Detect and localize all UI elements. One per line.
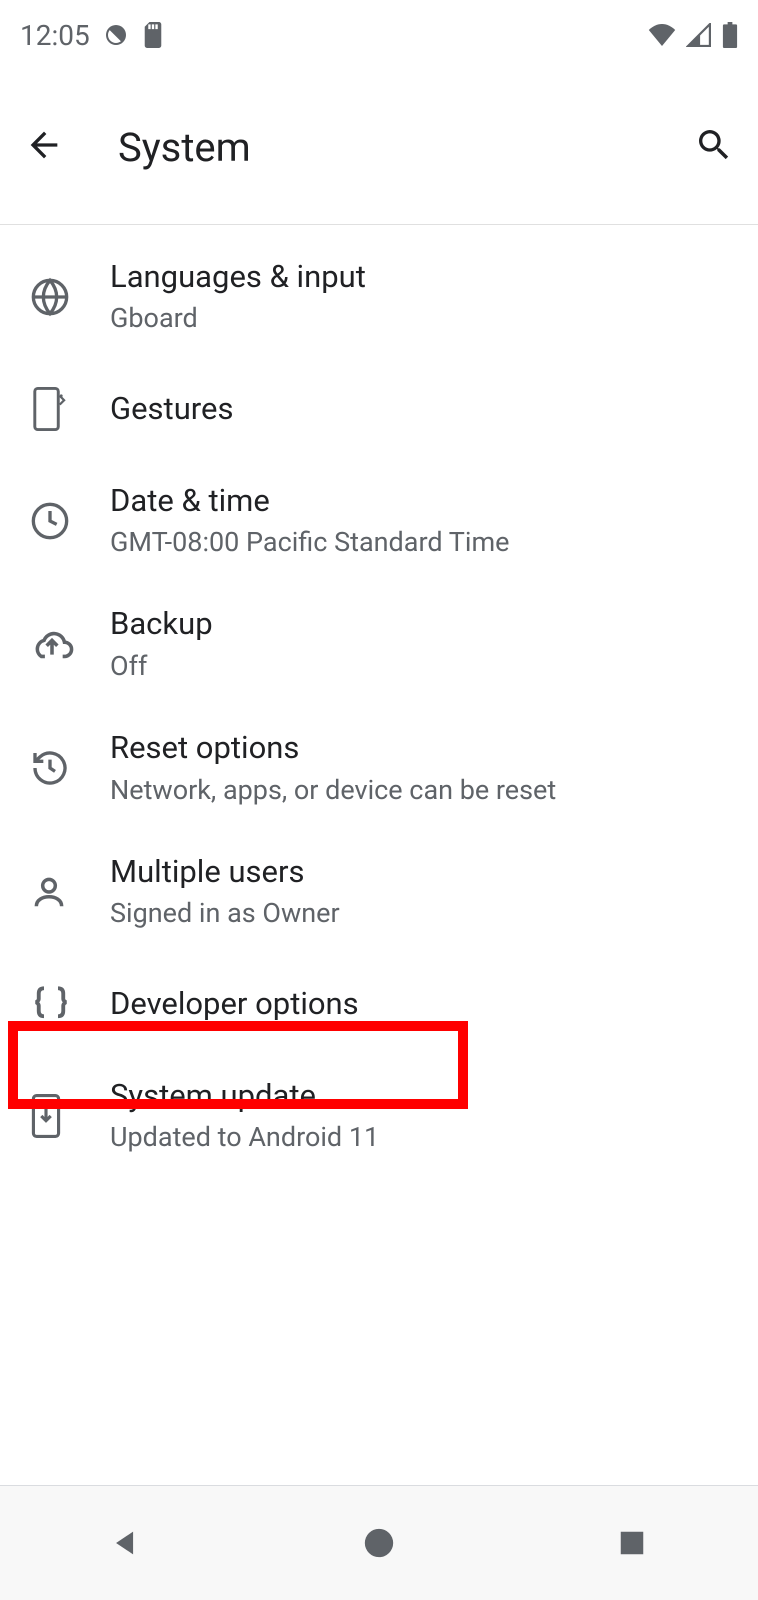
setting-subtitle: Updated to Android 11 — [110, 1119, 728, 1155]
braces-icon — [30, 986, 110, 1022]
nav-bar — [0, 1485, 758, 1600]
setting-multiple-users[interactable]: Multiple users Signed in as Owner — [0, 830, 758, 954]
setting-developer-options[interactable]: Developer options — [0, 954, 758, 1054]
setting-title: Gestures — [110, 389, 728, 429]
settings-list: Languages & input Gboard Gestures Date &… — [0, 225, 758, 1177]
setting-subtitle: Off — [110, 648, 728, 684]
setting-title: Date & time — [110, 481, 728, 521]
setting-system-update[interactable]: System update Updated to Android 11 — [0, 1054, 758, 1178]
setting-subtitle: GMT-08:00 Pacific Standard Time — [110, 524, 728, 560]
status-time: 12:05 — [20, 19, 90, 52]
arrow-back-icon — [24, 125, 64, 169]
wifi-icon — [648, 24, 676, 46]
setting-reset-options[interactable]: Reset options Network, apps, or device c… — [0, 706, 758, 830]
setting-subtitle: Signed in as Owner — [110, 895, 728, 931]
clock-icon — [30, 501, 110, 541]
square-recent-icon — [617, 1528, 647, 1558]
page-title: System — [118, 124, 690, 171]
person-icon — [30, 873, 110, 911]
header: System — [0, 70, 758, 225]
nav-back-button[interactable] — [66, 1513, 186, 1573]
setting-title: Backup — [110, 604, 728, 644]
triangle-back-icon — [109, 1526, 143, 1560]
setting-title: System update — [110, 1076, 728, 1116]
cloud-upload-icon — [30, 628, 110, 660]
setting-title: Developer options — [110, 984, 728, 1024]
setting-title: Reset options — [110, 728, 728, 768]
history-icon — [30, 748, 110, 788]
search-button[interactable] — [690, 123, 738, 171]
circle-home-icon — [362, 1526, 396, 1560]
setting-date-time[interactable]: Date & time GMT-08:00 Pacific Standard T… — [0, 459, 758, 583]
globe-icon — [30, 277, 110, 317]
nav-home-button[interactable] — [319, 1513, 439, 1573]
phone-download-icon — [30, 1094, 110, 1138]
setting-backup[interactable]: Backup Off — [0, 582, 758, 706]
status-left: 12:05 — [20, 19, 164, 52]
cell-signal-icon — [686, 23, 712, 47]
setting-title: Languages & input — [110, 257, 728, 297]
setting-subtitle: Network, apps, or device can be reset — [110, 772, 728, 808]
do-not-disturb-icon — [104, 23, 128, 47]
gesture-phone-icon — [30, 387, 110, 431]
status-bar: 12:05 — [0, 0, 758, 70]
setting-subtitle: Gboard — [110, 300, 728, 336]
nav-recent-button[interactable] — [572, 1513, 692, 1573]
setting-languages-input[interactable]: Languages & input Gboard — [0, 235, 758, 359]
sd-card-icon — [142, 22, 164, 48]
setting-title: Multiple users — [110, 852, 728, 892]
back-button[interactable] — [20, 123, 68, 171]
status-right — [648, 22, 738, 48]
battery-icon — [722, 22, 738, 48]
search-icon — [694, 125, 734, 169]
setting-gestures[interactable]: Gestures — [0, 359, 758, 459]
